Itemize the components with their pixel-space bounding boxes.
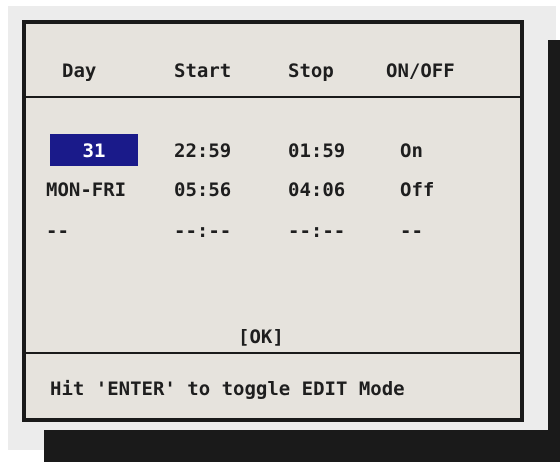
row3-day-field[interactable]: -- [46, 220, 69, 242]
row3-onoff-field[interactable]: -- [400, 220, 423, 242]
row1-start-field[interactable]: 22:59 [174, 140, 231, 162]
status-footer: Hit 'ENTER' to toggle EDIT Mode [26, 352, 520, 422]
row2-stop-field[interactable]: 04:06 [288, 179, 345, 201]
row3-start-field[interactable]: --:-- [174, 220, 231, 242]
table-header: Day Start Stop ON/OFF [26, 24, 520, 98]
row3-stop-field[interactable]: --:-- [288, 220, 345, 242]
row2-day-field[interactable]: MON-FRI [46, 179, 126, 201]
footer-hint: Hit 'ENTER' to toggle EDIT Mode [50, 378, 405, 400]
row2-start-field[interactable]: 05:56 [174, 179, 231, 201]
dialog-shadow-right [548, 40, 560, 462]
dialog-shadow-bottom [44, 430, 560, 462]
row1-stop-field[interactable]: 01:59 [288, 140, 345, 162]
row2-onoff-field[interactable]: Off [400, 179, 434, 201]
header-day: Day [62, 60, 97, 82]
header-onoff: ON/OFF [386, 60, 455, 82]
header-stop: Stop [288, 60, 334, 82]
schedule-dialog: Day Start Stop ON/OFF 31 22:59 01:59 On … [22, 20, 524, 422]
ok-button[interactable]: [OK] [238, 326, 284, 348]
row1-onoff-field[interactable]: On [400, 140, 423, 162]
header-start: Start [174, 60, 232, 82]
row1-day-field[interactable]: 31 [50, 140, 138, 162]
